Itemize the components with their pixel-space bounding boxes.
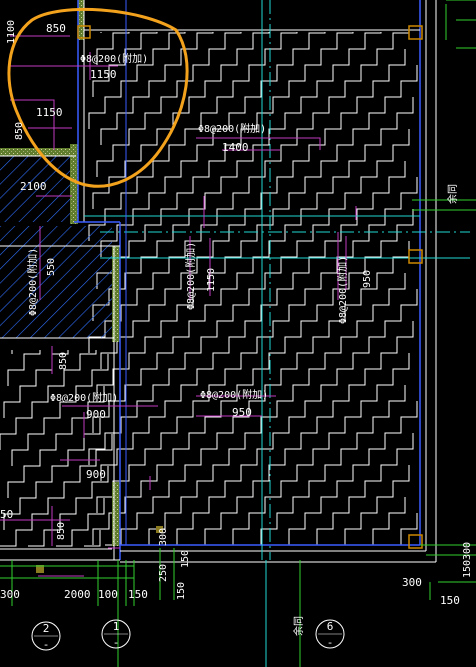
- dim-1400: 1400: [222, 141, 249, 154]
- note-bottom: 余同: [292, 616, 305, 636]
- dim-1150-a: 1150: [90, 68, 117, 81]
- dim-550: 550: [46, 258, 57, 276]
- dim-300-right-vertical: 300: [462, 542, 473, 560]
- wall-infill-mid: [112, 246, 120, 342]
- rebar-label-left-bottom: Φ8@200(附加): [50, 391, 118, 404]
- axis-label-2: 2: [43, 622, 50, 635]
- rebar-label-mid: Φ8@200(附加): [198, 122, 266, 135]
- note-side: 余同: [446, 184, 459, 204]
- dim-900-b: 900: [86, 468, 106, 481]
- dim-850-vertical-2: 850: [56, 522, 67, 540]
- svg-text:-: -: [43, 638, 50, 651]
- hatched-area-lower-left: [0, 226, 112, 338]
- dim-300-bottom: 300: [0, 588, 20, 601]
- dim-150-vertical: 150: [180, 550, 191, 568]
- wall-infill-bottom: [112, 482, 120, 546]
- dim-150-bottom: 150: [128, 588, 148, 601]
- axis-bubble-1: 1 -: [101, 619, 131, 649]
- rebar-stair-line: [357, 497, 406, 546]
- dim-150-right-vertical: 150: [462, 560, 473, 578]
- rebar-stair-line: [329, 465, 410, 546]
- dim-2100: 2100: [20, 180, 47, 193]
- rebar-stair-line: [385, 513, 418, 546]
- cad-drawing-canvas: 2 - 1 - 6 - 850 1100 Φ8@200(附加) 1150 115…: [0, 0, 476, 667]
- rebar-label-bottom: Φ8@200(附加): [200, 388, 268, 401]
- dim-850-vertical: 850: [58, 352, 69, 370]
- wall-infill-top: [78, 0, 84, 40]
- dim-850-left: 850: [14, 122, 25, 140]
- rebar-stair-line: [84, 530, 101, 547]
- grid-lines: [84, 0, 470, 560]
- dim-900-a: 900: [86, 408, 106, 421]
- dim-1100-left: 1100: [6, 20, 17, 44]
- dim-2000: 2000: [64, 588, 91, 601]
- rebar-label-right-vertical: Φ8@200(附加): [336, 256, 349, 324]
- dim-950-vertical: 950: [362, 270, 373, 288]
- rebar-stair-line: [133, 273, 406, 546]
- dim-150-vertical-2: 150: [176, 582, 187, 600]
- rebar-label-left-vertical: Φ8@200(附加): [26, 248, 39, 316]
- axis-label-1: 1: [113, 620, 120, 633]
- rebar-label-center-vertical: Φ8@200(附加): [184, 242, 197, 310]
- dim-50: 50: [0, 508, 13, 521]
- rebar-label-top: Φ8@200(附加): [80, 52, 148, 65]
- svg-text:-: -: [327, 636, 334, 649]
- dim-150-right: 150: [440, 594, 460, 607]
- dim-250-vertical: 250: [158, 564, 169, 582]
- dim-1150-b: 1150: [36, 106, 63, 119]
- axis-label-6: 6: [327, 620, 334, 633]
- svg-text:-: -: [113, 636, 120, 649]
- dim-1150-vertical: 1150: [206, 268, 217, 292]
- dim-300-right: 300: [402, 576, 422, 589]
- rebar-stair-line: [301, 433, 414, 546]
- axis-bubble-2: 2 -: [31, 621, 61, 651]
- dim-300-vertical: 300: [158, 528, 169, 546]
- dim-950-bottom: 950: [232, 406, 252, 419]
- dim-100: 100: [98, 588, 118, 601]
- rebar-stair-line: [7, 350, 41, 386]
- axis-bubble-6: 6 -: [315, 619, 345, 649]
- dim-850-top: 850: [46, 22, 66, 35]
